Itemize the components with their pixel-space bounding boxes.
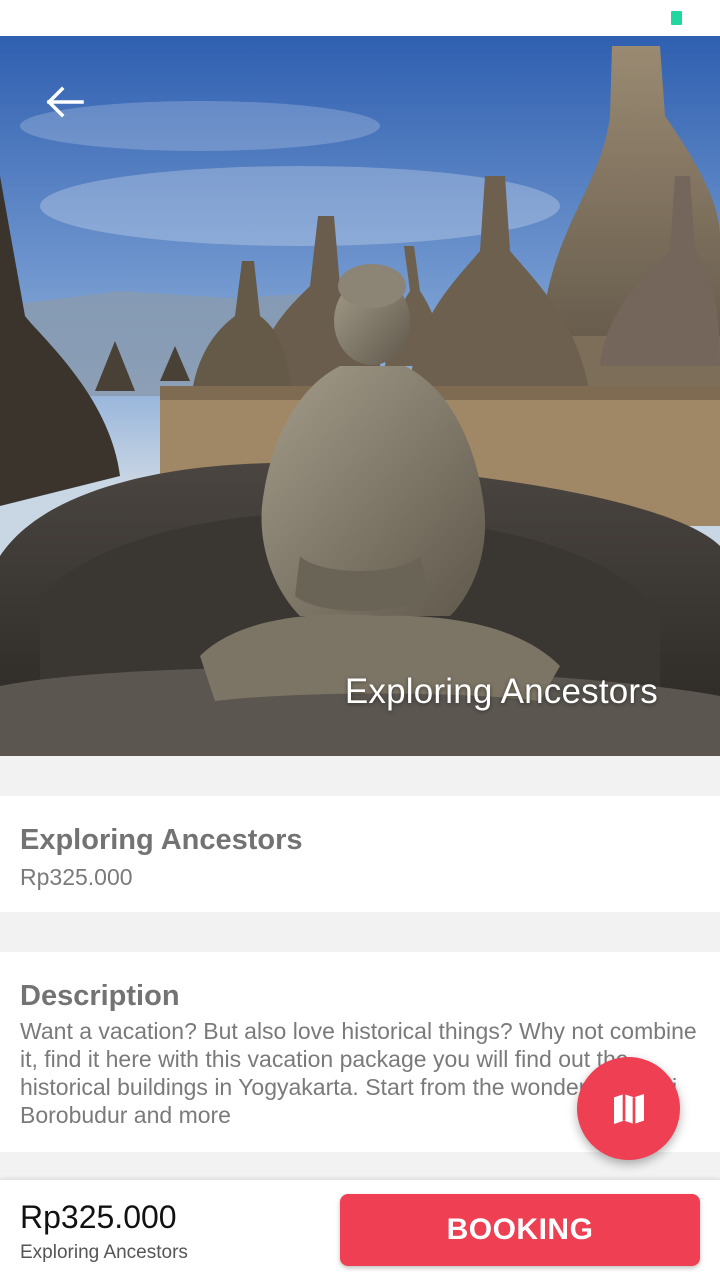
package-summary-card: Exploring Ancestors Rp325.000 (0, 796, 720, 912)
back-button[interactable] (36, 80, 92, 124)
bottom-bar: Rp325.000 Exploring Ancestors BOOKING (0, 1180, 720, 1280)
arrow-left-icon (46, 86, 84, 118)
bottom-package-name: Exploring Ancestors (20, 1242, 188, 1263)
battery-icon (671, 11, 682, 25)
hero-image: Exploring Ancestors (0, 36, 720, 756)
bottom-price: Rp325.000 (20, 1199, 177, 1235)
borobudur-photo (0, 36, 720, 756)
hero-title: Exploring Ancestors (344, 672, 658, 711)
map-icon (613, 1093, 644, 1124)
package-title: Exploring Ancestors (20, 824, 303, 856)
booking-button[interactable]: BOOKING (340, 1194, 700, 1266)
map-button[interactable] (577, 1057, 680, 1160)
package-price: Rp325.000 (20, 864, 133, 890)
status-bar (0, 0, 720, 36)
description-heading: Description (20, 980, 180, 1012)
